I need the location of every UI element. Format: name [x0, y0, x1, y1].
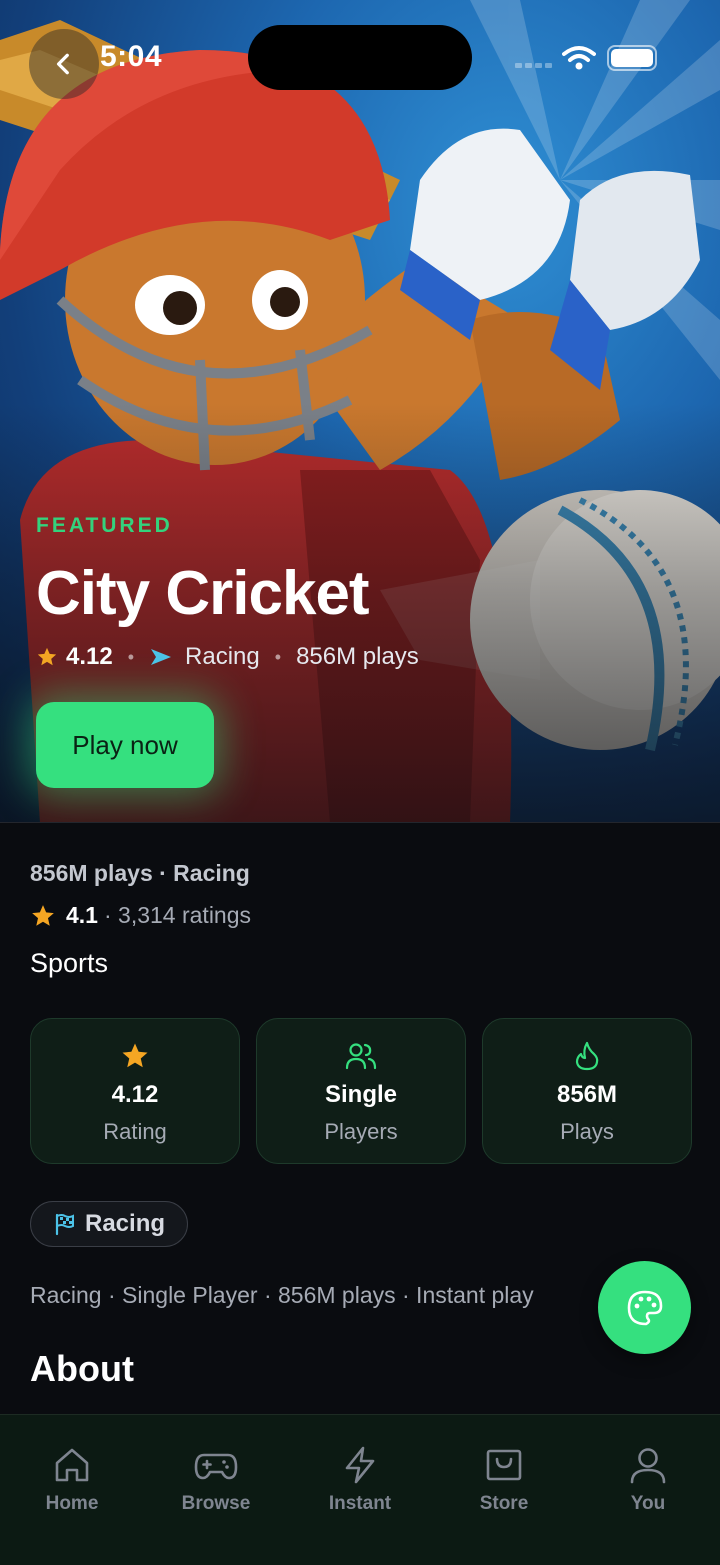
- user-icon: [630, 1448, 666, 1484]
- cellular-signal-icon: [515, 63, 552, 68]
- chevron-left-icon: [56, 53, 69, 75]
- separator-dot: •: [127, 646, 135, 667]
- star-icon: [122, 1043, 148, 1068]
- nav-item-store[interactable]: Store: [432, 1415, 576, 1565]
- category-label: Sports: [30, 948, 109, 978]
- nav-item-home[interactable]: Home: [0, 1415, 144, 1565]
- stat-card-players: Single Players: [256, 1018, 466, 1164]
- hero-plays: 856M plays: [296, 643, 419, 670]
- hero-genre: Racing: [185, 643, 260, 670]
- dynamic-island: [248, 25, 472, 90]
- stat-label: Players: [324, 1119, 398, 1144]
- back-button[interactable]: [29, 29, 99, 99]
- battery-icon: [607, 45, 657, 71]
- rating-summary: 4.1 · 3,314 ratings: [30, 902, 251, 929]
- about-heading: About: [30, 1348, 134, 1389]
- stat-value: Single: [324, 1081, 397, 1108]
- users-icon: [345, 1043, 377, 1070]
- home-icon: [55, 1448, 89, 1482]
- lightning-icon: [345, 1446, 375, 1484]
- status-bar: 5:04: [0, 0, 720, 100]
- star-icon: [32, 904, 54, 926]
- nav-item-instant[interactable]: Instant: [288, 1415, 432, 1565]
- genre-chip-label: Racing: [85, 1210, 166, 1237]
- rating-count: · 3,314 ratings: [103, 902, 252, 928]
- palette-icon: [627, 1290, 662, 1325]
- rating-value: 4.1: [66, 902, 98, 928]
- stats-row: 4.12 Rating Single Players 856M Plays: [30, 1018, 692, 1164]
- separator-dot: •: [274, 646, 282, 667]
- nav-label: You: [630, 1493, 666, 1514]
- stat-value: 856M: [556, 1081, 618, 1108]
- divider: [0, 822, 720, 823]
- nav-item-you[interactable]: You: [576, 1415, 720, 1565]
- status-time: 5:04: [100, 40, 163, 73]
- nav-label: Store: [479, 1493, 529, 1514]
- hero-rating: 4.12: [66, 643, 113, 670]
- stat-label: Plays: [560, 1119, 614, 1144]
- nav-label: Browse: [181, 1493, 251, 1514]
- hero-banner: 5:04 FEATURED City Cricket 4.12 • Racing…: [0, 0, 720, 823]
- genre-chip[interactable]: Racing: [30, 1201, 189, 1247]
- gamepad-icon: [194, 1453, 238, 1480]
- stat-card-rating: 4.12 Rating: [30, 1018, 240, 1164]
- nav-label: Instant: [328, 1493, 392, 1514]
- stat-label: Rating: [103, 1119, 167, 1144]
- nav-item-browse[interactable]: Browse: [144, 1415, 288, 1565]
- flag-icon: [55, 1213, 74, 1236]
- play-now-button[interactable]: Play now: [36, 702, 214, 788]
- nav-label: Home: [45, 1493, 99, 1514]
- store-icon: [486, 1449, 522, 1481]
- wifi-icon: [562, 46, 596, 70]
- send-arrow-icon: [151, 649, 172, 665]
- game-title: City Cricket: [36, 559, 370, 628]
- stat-card-plays: 856M Plays: [482, 1018, 692, 1164]
- star-icon: [37, 647, 57, 666]
- flame-icon: [575, 1041, 599, 1071]
- plays-genre-summary: 856M plays · Racing: [30, 860, 250, 886]
- theme-palette-button[interactable]: [598, 1261, 691, 1354]
- featured-label: FEATURED: [36, 514, 173, 537]
- hero-meta: 4.12 • Racing • 856M plays: [36, 643, 419, 671]
- stat-value: 4.12: [111, 1081, 159, 1108]
- tags-line: Racing · Single Player · 856M plays · In…: [30, 1282, 534, 1308]
- bottom-navigation: Home Browse Instant Store You: [0, 1414, 720, 1565]
